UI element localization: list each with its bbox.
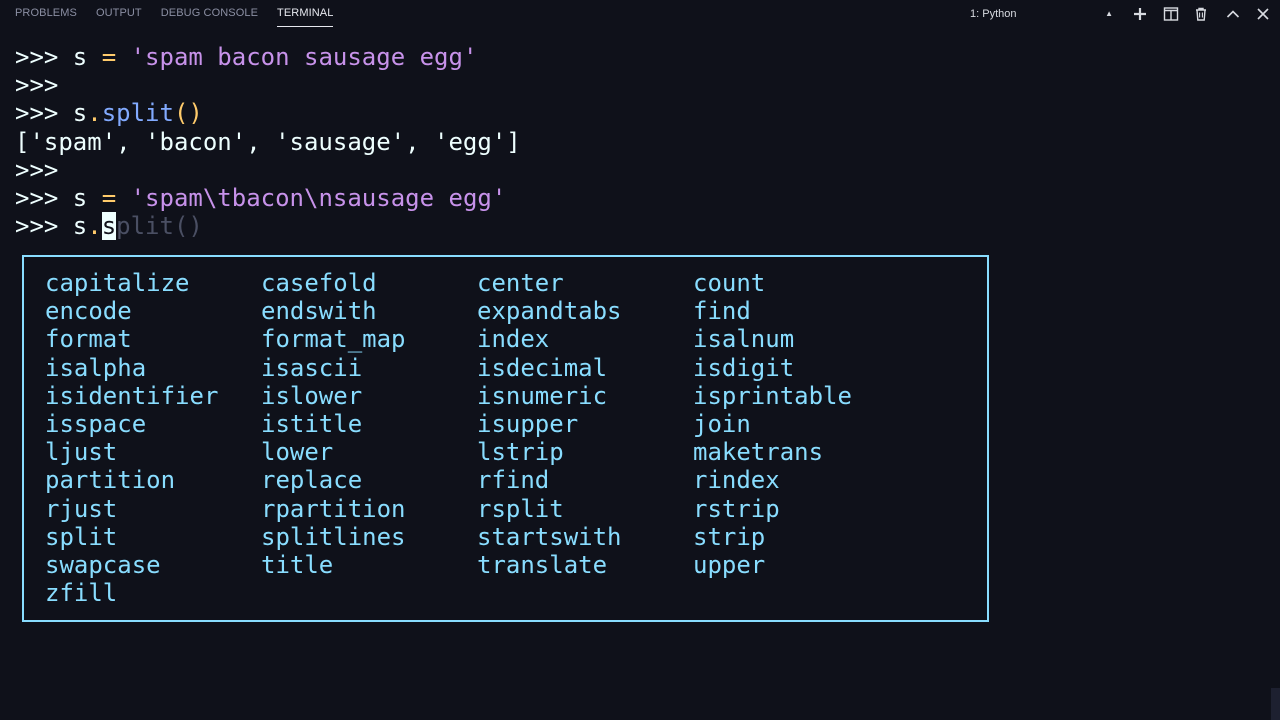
tab-debug-console[interactable]: DEBUG CONSOLE xyxy=(161,0,258,27)
terminal-input-line[interactable]: >>> s.split() xyxy=(15,212,203,241)
completion-item[interactable]: rfind xyxy=(477,466,549,494)
completion-item[interactable]: format xyxy=(45,325,132,353)
terminal-line: >>> s.split() xyxy=(15,99,203,127)
completion-item[interactable]: count xyxy=(693,269,765,297)
completion-item[interactable]: rpartition xyxy=(261,495,406,523)
terminal-line: >>> s = 'spam bacon sausage egg' xyxy=(15,43,477,71)
prompt: >>> xyxy=(15,155,59,184)
close-icon[interactable] xyxy=(1254,5,1272,23)
completion-item[interactable]: isalnum xyxy=(693,325,794,353)
completion-item[interactable]: format_map xyxy=(261,325,406,353)
completion-item[interactable]: istitle xyxy=(261,410,362,438)
completion-item[interactable]: isupper xyxy=(477,410,578,438)
panel-header: PROBLEMS OUTPUT DEBUG CONSOLE TERMINAL 1… xyxy=(0,0,1280,27)
completion-item[interactable]: center xyxy=(477,269,564,297)
terminal-select-value: 1: Python xyxy=(970,8,1017,20)
tab-output[interactable]: OUTPUT xyxy=(96,0,142,27)
autosuggest-ghost-text: plit() xyxy=(116,212,203,241)
prompt: >>> xyxy=(15,99,73,128)
scrollbar[interactable] xyxy=(1271,688,1280,720)
completion-item[interactable]: endswith xyxy=(261,297,377,325)
terminal-line: >>> s = 'spam\tbacon\nsausage egg' xyxy=(15,184,506,212)
completion-item[interactable]: isspace xyxy=(45,410,146,438)
completion-item[interactable]: splitlines xyxy=(261,523,406,551)
split-icon[interactable] xyxy=(1162,5,1180,23)
completion-item[interactable]: strip xyxy=(693,523,765,551)
completion-item[interactable]: index xyxy=(477,325,549,353)
completion-item[interactable]: swapcase xyxy=(45,551,161,579)
completion-item[interactable]: islower xyxy=(261,382,362,410)
completion-item[interactable]: capitalize xyxy=(45,269,190,297)
completion-item[interactable]: find xyxy=(693,297,751,325)
code-var: s xyxy=(72,43,102,71)
completion-item[interactable]: casefold xyxy=(261,269,377,297)
completion-item[interactable]: isdecimal xyxy=(477,354,607,382)
completion-item[interactable]: rindex xyxy=(693,466,780,494)
completion-item[interactable]: isdigit xyxy=(693,354,794,382)
completion-item[interactable]: maketrans xyxy=(693,438,823,466)
completion-item[interactable]: join xyxy=(693,410,751,438)
tab-problems[interactable]: PROBLEMS xyxy=(15,0,77,27)
tab-terminal[interactable]: TERMINAL xyxy=(277,0,334,27)
plus-icon[interactable] xyxy=(1131,5,1149,23)
code-object: s xyxy=(72,212,88,241)
completion-item[interactable]: title xyxy=(261,551,333,579)
prompt: >>> xyxy=(15,43,73,71)
completion-item[interactable]: replace xyxy=(261,466,362,494)
prompt: >>> xyxy=(15,184,73,212)
code-function: split xyxy=(101,99,174,128)
completion-item[interactable]: zfill xyxy=(45,579,117,607)
completion-item[interactable]: encode xyxy=(45,297,132,325)
completion-item[interactable]: upper xyxy=(693,551,765,579)
trash-icon[interactable] xyxy=(1192,5,1210,23)
code-var: s xyxy=(72,184,102,212)
completion-item[interactable]: ljust xyxy=(45,438,117,466)
terminal-select[interactable]: 1: Python ▲ xyxy=(970,6,1115,22)
text-cursor: s xyxy=(101,212,117,241)
completion-item[interactable]: translate xyxy=(477,551,607,579)
code-operator: = xyxy=(101,43,117,71)
select-arrows-icon: ▲ xyxy=(1105,9,1113,18)
prompt: >>> xyxy=(15,71,59,100)
code-paren: () xyxy=(173,99,203,128)
completion-item[interactable]: isnumeric xyxy=(477,382,607,410)
panel-tabs: PROBLEMS OUTPUT DEBUG CONSOLE TERMINAL xyxy=(15,0,334,27)
chevron-up-icon[interactable] xyxy=(1224,5,1242,23)
completion-item[interactable]: isprintable xyxy=(693,382,852,410)
completion-item[interactable]: expandtabs xyxy=(477,297,622,325)
terminal-line: >>> xyxy=(15,156,58,184)
completion-item[interactable]: isidentifier xyxy=(45,382,218,410)
completion-item[interactable]: isascii xyxy=(261,354,362,382)
output-text: ['spam', 'bacon', 'sausage', 'egg'] xyxy=(15,127,521,156)
completion-item[interactable]: split xyxy=(45,523,117,551)
code-string: 'spam bacon sausage egg' xyxy=(116,43,478,71)
code-dot: . xyxy=(87,212,102,241)
completion-item[interactable]: lower xyxy=(261,438,333,466)
code-object: s xyxy=(72,99,88,128)
code-dot: . xyxy=(87,99,102,128)
completion-item[interactable]: rstrip xyxy=(693,495,780,523)
prompt: >>> xyxy=(15,212,73,241)
code-operator: = xyxy=(101,184,117,212)
completion-item[interactable]: startswith xyxy=(477,523,622,551)
terminal-line: >>> xyxy=(15,71,58,99)
completion-item[interactable]: lstrip xyxy=(477,438,564,466)
completion-item[interactable]: isalpha xyxy=(45,354,146,382)
completion-item[interactable]: rjust xyxy=(45,495,117,523)
completion-menu: capitalize casefold center count encode endsw… xyxy=(22,255,989,622)
completion-item[interactable]: rsplit xyxy=(477,495,564,523)
code-string: 'spam\tbacon\nsausage egg' xyxy=(116,184,507,212)
completion-item[interactable]: partition xyxy=(45,466,175,494)
terminal-line: ['spam', 'bacon', 'sausage', 'egg'] xyxy=(15,128,521,156)
